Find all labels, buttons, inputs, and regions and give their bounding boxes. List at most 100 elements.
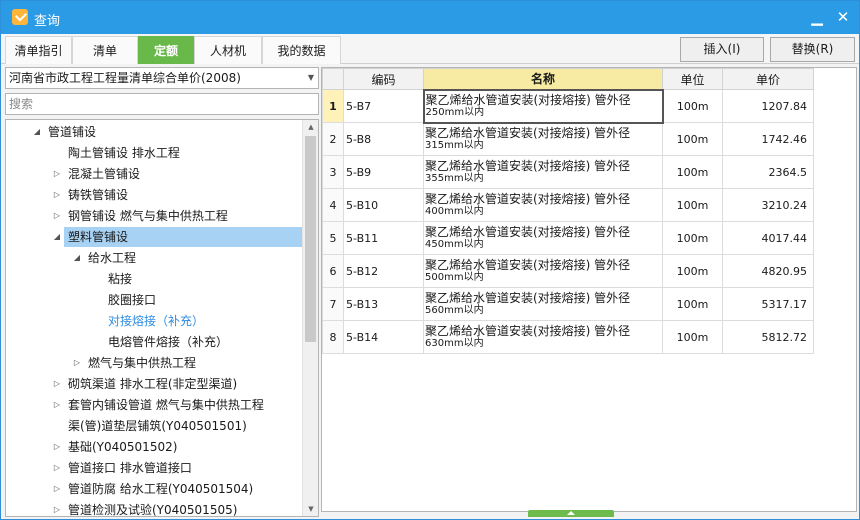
name-cell[interactable]: 聚乙烯给水管道安装(对接熔接) 管外径 250mm以内 [422, 88, 664, 124]
tab-list-guide[interactable]: 清单指引 [5, 36, 72, 64]
tree-item[interactable]: ◢ 塑料管铺设 [54, 227, 302, 247]
unit-cell[interactable]: 100m [662, 320, 723, 354]
collapsed-triangle-icon[interactable]: ▷ [52, 185, 62, 205]
search-input[interactable]: 搜索 [5, 93, 319, 115]
code-cell[interactable]: 5-B14 [343, 320, 424, 354]
tree-item[interactable]: ▷ 钢管铺设 燃气与集中供热工程 [6, 206, 296, 226]
collapsed-triangle-icon[interactable]: ▷ [72, 353, 82, 373]
tree-item[interactable]: ▷ 铸铁管铺设 [6, 185, 296, 205]
scroll-up-arrow-icon[interactable]: ▲ [303, 120, 318, 134]
tree-scrollbar[interactable]: ▲ ▼ [302, 120, 318, 516]
price-cell[interactable]: 5317.17 [722, 287, 814, 321]
name-cell[interactable]: 聚乙烯给水管道安装(对接熔接) 管外径 315mm以内 [423, 122, 663, 156]
tree-item[interactable]: ◢ 管道铺设 [6, 122, 296, 142]
expanded-triangle-icon[interactable]: ◢ [72, 248, 82, 268]
name-cell[interactable]: 聚乙烯给水管道安装(对接熔接) 管外径 400mm以内 [423, 188, 663, 222]
row-number[interactable]: 5 [322, 221, 344, 255]
name-cell[interactable]: 聚乙烯给水管道安装(对接熔接) 管外径 500mm以内 [423, 254, 663, 288]
collapsed-triangle-icon[interactable]: ▷ [52, 437, 62, 457]
name-cell[interactable]: 聚乙烯给水管道安装(对接熔接) 管外径 355mm以内 [423, 155, 663, 189]
table-row[interactable]: 1 5-B7 聚乙烯给水管道安装(对接熔接) 管外径 250mm以内 100m 1207.… [322, 88, 814, 124]
scrollbar-thumb[interactable] [305, 136, 316, 342]
expanded-triangle-icon[interactable]: ◢ [32, 122, 42, 142]
row-number[interactable]: 2 [322, 122, 344, 156]
price-cell[interactable]: 4820.95 [722, 254, 814, 288]
insert-button[interactable]: 插入(I) [680, 37, 764, 62]
tree-item[interactable]: ▷ 管道检测及试验(Y040501505) [6, 500, 296, 516]
library-select[interactable]: 河南省市政工程工程量清单综合单价(2008) ▼ [5, 67, 319, 89]
row-number[interactable]: 1 [322, 89, 344, 123]
panel-splitter-handle[interactable] [528, 510, 614, 517]
code-cell[interactable]: 5-B10 [343, 188, 424, 222]
row-number[interactable]: 8 [322, 320, 344, 354]
code-cell[interactable]: 5-B7 [343, 89, 424, 123]
tree-item[interactable]: 粘接 [6, 269, 296, 289]
tree-item[interactable]: ▷ 基础(Y040501502) [6, 437, 296, 457]
collapsed-triangle-icon[interactable]: ▷ [52, 479, 62, 499]
price-cell[interactable]: 3210.24 [722, 188, 814, 222]
tab-list[interactable]: 清单 [72, 36, 138, 64]
unit-cell[interactable]: 100m [662, 221, 723, 255]
code-cell[interactable]: 5-B12 [343, 254, 424, 288]
minimize-button[interactable]: ▁ [807, 7, 827, 27]
table-row[interactable]: 4 5-B10 聚乙烯给水管道安装(对接熔接) 管外径 400mm以内 100m 3210… [322, 188, 814, 222]
price-cell[interactable]: 2364.5 [722, 155, 814, 189]
collapsed-triangle-icon[interactable]: ▷ [52, 458, 62, 478]
table-row[interactable]: 7 5-B13 聚乙烯给水管道安装(对接熔接) 管外径 560mm以内 100m 5317… [322, 287, 814, 321]
tree-item[interactable]: ▷ 燃气与集中供热工程 [6, 353, 296, 373]
table-row[interactable]: 5 5-B11 聚乙烯给水管道安装(对接熔接) 管外径 450mm以内 100m 4017… [322, 221, 814, 255]
tree-item[interactable]: 胶圈接口 [6, 290, 296, 310]
tree-item[interactable]: ▷ 混凝土管铺设 [6, 164, 296, 184]
tree-item[interactable]: 对接熔接（补充） [6, 311, 296, 331]
name-cell[interactable]: 聚乙烯给水管道安装(对接熔接) 管外径 630mm以内 [423, 320, 663, 354]
tab-quota[interactable]: 定额 [138, 36, 194, 64]
collapsed-triangle-icon[interactable]: ▷ [52, 206, 62, 226]
price-cell[interactable]: 1207.84 [722, 89, 814, 123]
price-column-header[interactable]: 单价 [722, 68, 814, 90]
name-column-header[interactable]: 名称 [423, 68, 663, 90]
close-button[interactable]: ✕ [833, 7, 853, 27]
code-cell[interactable]: 5-B13 [343, 287, 424, 321]
row-number[interactable]: 4 [322, 188, 344, 222]
unit-cell[interactable]: 100m [662, 155, 723, 189]
tree-item[interactable]: ▷ 套管内铺设管道 燃气与集中供热工程 [6, 395, 296, 415]
tree-item[interactable]: ▷ 管道防腐 给水工程(Y040501504) [6, 479, 296, 499]
unit-cell[interactable]: 100m [662, 254, 723, 288]
tab-labor-material-machine[interactable]: 人材机 [194, 36, 262, 64]
tree-item[interactable]: ▷ 砌筑渠道 排水工程(非定型渠道) [6, 374, 296, 394]
row-number[interactable]: 3 [322, 155, 344, 189]
tree-item[interactable]: 电熔管件熔接（补充） [6, 332, 296, 352]
price-cell[interactable]: 1742.46 [722, 122, 814, 156]
price-cell[interactable]: 5812.72 [722, 320, 814, 354]
tree-item[interactable]: 陶土管铺设 排水工程 [6, 143, 296, 163]
tab-my-data[interactable]: 我的数据 [262, 36, 341, 64]
expanded-triangle-icon[interactable]: ◢ [52, 227, 62, 247]
unit-cell[interactable]: 100m [662, 188, 723, 222]
table-row[interactable]: 3 5-B9 聚乙烯给水管道安装(对接熔接) 管外径 355mm以内 100m 2364.… [322, 155, 814, 189]
code-column-header[interactable]: 编码 [343, 68, 424, 90]
scroll-down-arrow-icon[interactable]: ▼ [303, 502, 318, 516]
unit-cell[interactable]: 100m [662, 122, 723, 156]
replace-button[interactable]: 替换(R) [770, 37, 855, 62]
name-cell[interactable]: 聚乙烯给水管道安装(对接熔接) 管外径 450mm以内 [423, 221, 663, 255]
tree-item[interactable]: ◢ 给水工程 [6, 248, 296, 268]
unit-cell[interactable]: 100m [662, 287, 723, 321]
row-number[interactable]: 7 [322, 287, 344, 321]
unit-cell[interactable]: 100m [662, 89, 723, 123]
table-row[interactable]: 8 5-B14 聚乙烯给水管道安装(对接熔接) 管外径 630mm以内 100m 5812… [322, 320, 814, 354]
collapsed-triangle-icon[interactable]: ▷ [52, 500, 62, 516]
collapsed-triangle-icon[interactable]: ▷ [52, 164, 62, 184]
table-row[interactable]: 2 5-B8 聚乙烯给水管道安装(对接熔接) 管外径 315mm以内 100m 1742.… [322, 122, 814, 156]
price-cell[interactable]: 4017.44 [722, 221, 814, 255]
collapsed-triangle-icon[interactable]: ▷ [52, 395, 62, 415]
name-cell[interactable]: 聚乙烯给水管道安装(对接熔接) 管外径 560mm以内 [423, 287, 663, 321]
unit-column-header[interactable]: 单位 [662, 68, 723, 90]
code-cell[interactable]: 5-B9 [343, 155, 424, 189]
row-number[interactable]: 6 [322, 254, 344, 288]
code-cell[interactable]: 5-B11 [343, 221, 424, 255]
table-row[interactable]: 6 5-B12 聚乙烯给水管道安装(对接熔接) 管外径 500mm以内 100m 4820… [322, 254, 814, 288]
tree-item[interactable]: 渠(管)道垫层铺筑(Y040501501) [6, 416, 296, 436]
code-cell[interactable]: 5-B8 [343, 122, 424, 156]
collapsed-triangle-icon[interactable]: ▷ [52, 374, 62, 394]
tree-item[interactable]: ▷ 管道接口 排水管道接口 [6, 458, 296, 478]
